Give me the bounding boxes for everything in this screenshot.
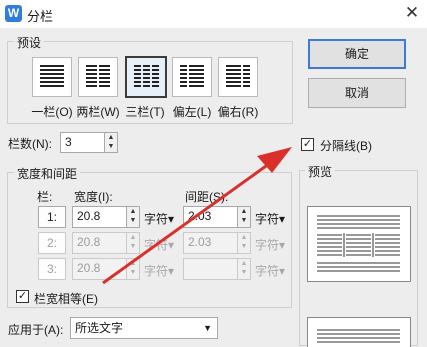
annotation-arrow bbox=[102, 147, 292, 285]
